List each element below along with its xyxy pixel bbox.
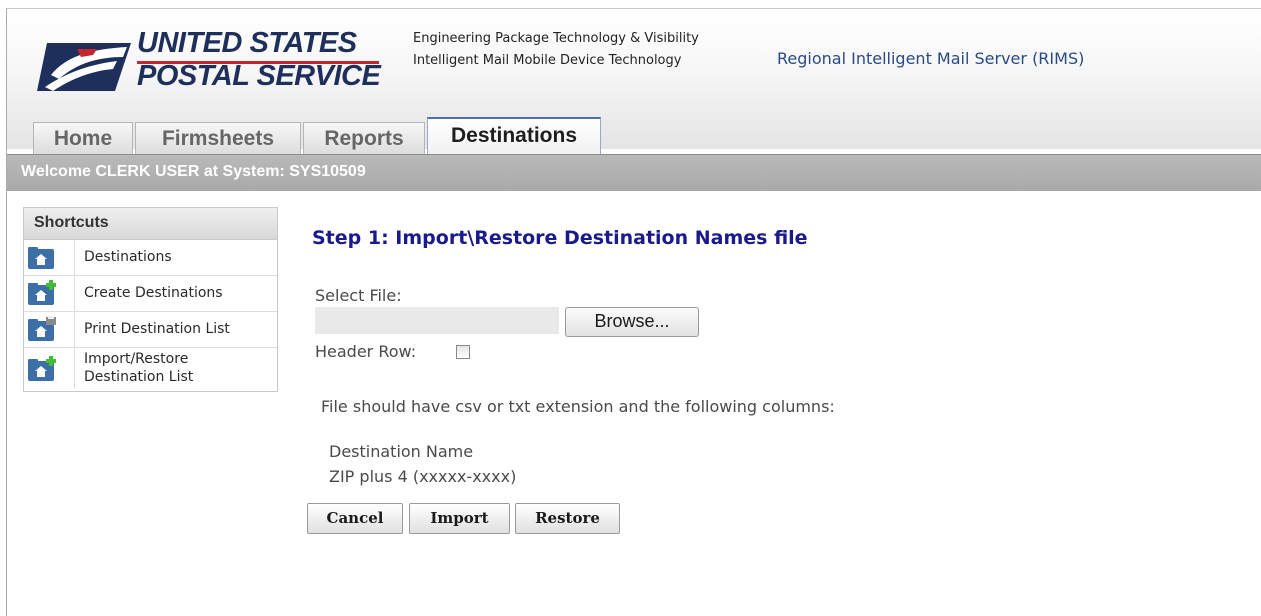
welcome-text: Welcome CLERK USER at System: SYS10509 xyxy=(21,163,366,180)
column-name-2: ZIP plus 4 (xxxxx-xxxx) xyxy=(329,467,517,486)
tab-firmsheets[interactable]: Firmsheets xyxy=(135,122,301,155)
app-window: UNITED STATES POSTAL SERVICE Engineering… xyxy=(6,8,1261,616)
header-row-label: Header Row: xyxy=(315,342,417,361)
tab-reports[interactable]: Reports xyxy=(303,122,425,155)
shortcut-import-restore-destination-list[interactable]: Import/Restore Destination List xyxy=(24,348,277,388)
welcome-bar: Welcome CLERK USER at System: SYS10509 xyxy=(7,154,1261,191)
cancel-button[interactable]: Cancel xyxy=(307,503,403,534)
shortcuts-title: Shortcuts xyxy=(24,208,277,240)
shortcut-label: Create Destinations xyxy=(84,285,223,301)
shortcut-print-destination-list[interactable]: Print Destination List xyxy=(24,312,277,348)
eagle-icon xyxy=(37,43,131,91)
brand-line-1: UNITED STATES xyxy=(137,27,357,59)
shortcut-label: Print Destination List xyxy=(84,321,230,337)
house-folder-icon xyxy=(28,247,54,269)
file-info-text: File should have csv or txt extension an… xyxy=(321,397,835,416)
brand-line-2: POSTAL SERVICE xyxy=(137,60,381,92)
shortcut-label: Import/Restore Destination List xyxy=(84,351,194,385)
tab-destinations[interactable]: Destinations xyxy=(427,117,601,157)
shortcuts-panel: Shortcuts Destinations Create Destinatio… xyxy=(23,207,278,392)
house-folder-print-icon xyxy=(28,316,56,341)
usps-logo: UNITED STATES POSTAL SERVICE xyxy=(37,27,382,97)
shortcut-create-destinations[interactable]: Create Destinations xyxy=(24,276,277,312)
page-header: UNITED STATES POSTAL SERVICE Engineering… xyxy=(7,9,1261,157)
header-subtitle-2: Intelligent Mail Mobile Device Technolog… xyxy=(413,53,682,68)
house-folder-add-icon xyxy=(28,280,56,305)
file-path-field[interactable] xyxy=(315,307,559,334)
import-button[interactable]: Import xyxy=(409,503,510,534)
header-row-checkbox[interactable] xyxy=(456,345,470,359)
browse-button[interactable]: Browse... xyxy=(565,307,699,337)
step-title: Step 1: Import\Restore Destination Names… xyxy=(312,227,808,249)
app-name: Regional Intelligent Mail Server (RIMS) xyxy=(777,49,1085,68)
restore-button[interactable]: Restore xyxy=(515,503,620,534)
column-name-1: Destination Name xyxy=(329,442,474,461)
tab-home[interactable]: Home xyxy=(33,122,133,155)
select-file-label: Select File: xyxy=(315,286,402,305)
shortcut-destinations[interactable]: Destinations xyxy=(24,240,277,276)
house-folder-add-icon xyxy=(28,356,56,381)
shortcut-label: Destinations xyxy=(84,249,172,265)
header-subtitle-1: Engineering Package Technology & Visibil… xyxy=(413,31,699,46)
